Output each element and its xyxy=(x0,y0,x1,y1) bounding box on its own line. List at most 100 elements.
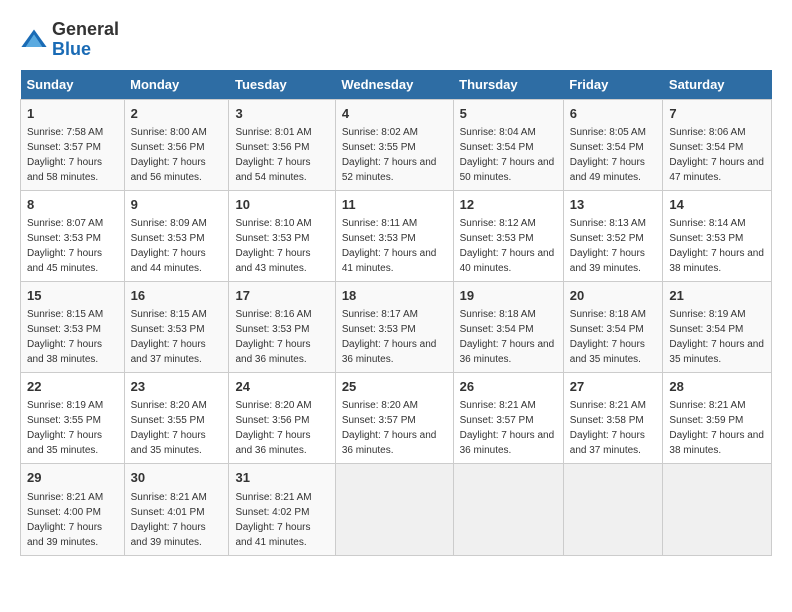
day-info: Sunrise: 8:18 AMSunset: 3:54 PMDaylight:… xyxy=(460,307,557,367)
calendar-day-cell: 15 Sunrise: 8:15 AMSunset: 3:53 PMDaylig… xyxy=(21,281,125,372)
day-info: Sunrise: 8:20 AMSunset: 3:55 PMDaylight:… xyxy=(131,398,223,458)
day-info: Sunrise: 8:21 AMSunset: 4:02 PMDaylight:… xyxy=(235,490,328,550)
logo-text: General Blue xyxy=(52,20,119,60)
calendar-day-cell: 11 Sunrise: 8:11 AMSunset: 3:53 PMDaylig… xyxy=(335,190,453,281)
day-number: 26 xyxy=(460,378,557,396)
calendar-day-cell xyxy=(563,464,663,555)
day-number: 23 xyxy=(131,378,223,396)
calendar-day-cell: 27 Sunrise: 8:21 AMSunset: 3:58 PMDaylig… xyxy=(563,373,663,464)
day-info: Sunrise: 8:20 AMSunset: 3:57 PMDaylight:… xyxy=(342,398,447,458)
day-number: 25 xyxy=(342,378,447,396)
day-info: Sunrise: 8:21 AMSunset: 3:57 PMDaylight:… xyxy=(460,398,557,458)
calendar-day-cell: 18 Sunrise: 8:17 AMSunset: 3:53 PMDaylig… xyxy=(335,281,453,372)
day-number: 22 xyxy=(27,378,118,396)
day-header-friday: Friday xyxy=(563,70,663,100)
day-info: Sunrise: 8:21 AMSunset: 3:58 PMDaylight:… xyxy=(570,398,657,458)
calendar-day-cell: 7 Sunrise: 8:06 AMSunset: 3:54 PMDayligh… xyxy=(663,99,772,190)
calendar-day-cell: 6 Sunrise: 8:05 AMSunset: 3:54 PMDayligh… xyxy=(563,99,663,190)
day-number: 18 xyxy=(342,287,447,305)
day-number: 21 xyxy=(669,287,765,305)
calendar-day-cell: 22 Sunrise: 8:19 AMSunset: 3:55 PMDaylig… xyxy=(21,373,125,464)
day-number: 28 xyxy=(669,378,765,396)
day-header-tuesday: Tuesday xyxy=(229,70,335,100)
day-number: 27 xyxy=(570,378,657,396)
calendar-day-cell: 4 Sunrise: 8:02 AMSunset: 3:55 PMDayligh… xyxy=(335,99,453,190)
day-number: 3 xyxy=(235,105,328,123)
day-info: Sunrise: 8:14 AMSunset: 3:53 PMDaylight:… xyxy=(669,216,765,276)
day-number: 14 xyxy=(669,196,765,214)
calendar-day-cell: 17 Sunrise: 8:16 AMSunset: 3:53 PMDaylig… xyxy=(229,281,335,372)
day-header-sunday: Sunday xyxy=(21,70,125,100)
logo-general: General xyxy=(52,19,119,39)
calendar-day-cell: 13 Sunrise: 8:13 AMSunset: 3:52 PMDaylig… xyxy=(563,190,663,281)
day-number: 4 xyxy=(342,105,447,123)
logo: General Blue xyxy=(20,20,119,60)
calendar-day-cell: 20 Sunrise: 8:18 AMSunset: 3:54 PMDaylig… xyxy=(563,281,663,372)
calendar-day-cell: 9 Sunrise: 8:09 AMSunset: 3:53 PMDayligh… xyxy=(124,190,229,281)
day-number: 13 xyxy=(570,196,657,214)
calendar-day-cell: 14 Sunrise: 8:14 AMSunset: 3:53 PMDaylig… xyxy=(663,190,772,281)
day-info: Sunrise: 7:58 AMSunset: 3:57 PMDaylight:… xyxy=(27,125,118,185)
logo-icon xyxy=(20,26,48,54)
day-info: Sunrise: 8:01 AMSunset: 3:56 PMDaylight:… xyxy=(235,125,328,185)
day-number: 8 xyxy=(27,196,118,214)
calendar-body: 1 Sunrise: 7:58 AMSunset: 3:57 PMDayligh… xyxy=(21,99,772,555)
day-number: 2 xyxy=(131,105,223,123)
calendar-day-cell: 26 Sunrise: 8:21 AMSunset: 3:57 PMDaylig… xyxy=(453,373,563,464)
day-number: 15 xyxy=(27,287,118,305)
day-info: Sunrise: 8:10 AMSunset: 3:53 PMDaylight:… xyxy=(235,216,328,276)
day-info: Sunrise: 8:02 AMSunset: 3:55 PMDaylight:… xyxy=(342,125,447,185)
day-info: Sunrise: 8:21 AMSunset: 3:59 PMDaylight:… xyxy=(669,398,765,458)
calendar-header-row: SundayMondayTuesdayWednesdayThursdayFrid… xyxy=(21,70,772,100)
calendar-table: SundayMondayTuesdayWednesdayThursdayFrid… xyxy=(20,70,772,556)
day-number: 20 xyxy=(570,287,657,305)
day-header-wednesday: Wednesday xyxy=(335,70,453,100)
day-info: Sunrise: 8:06 AMSunset: 3:54 PMDaylight:… xyxy=(669,125,765,185)
day-info: Sunrise: 8:04 AMSunset: 3:54 PMDaylight:… xyxy=(460,125,557,185)
logo-blue: Blue xyxy=(52,39,91,59)
day-number: 24 xyxy=(235,378,328,396)
calendar-day-cell: 16 Sunrise: 8:15 AMSunset: 3:53 PMDaylig… xyxy=(124,281,229,372)
day-number: 6 xyxy=(570,105,657,123)
calendar-day-cell: 1 Sunrise: 7:58 AMSunset: 3:57 PMDayligh… xyxy=(21,99,125,190)
calendar-day-cell: 24 Sunrise: 8:20 AMSunset: 3:56 PMDaylig… xyxy=(229,373,335,464)
calendar-week-2: 8 Sunrise: 8:07 AMSunset: 3:53 PMDayligh… xyxy=(21,190,772,281)
day-info: Sunrise: 8:17 AMSunset: 3:53 PMDaylight:… xyxy=(342,307,447,367)
day-info: Sunrise: 8:16 AMSunset: 3:53 PMDaylight:… xyxy=(235,307,328,367)
day-number: 5 xyxy=(460,105,557,123)
calendar-day-cell: 21 Sunrise: 8:19 AMSunset: 3:54 PMDaylig… xyxy=(663,281,772,372)
day-info: Sunrise: 8:21 AMSunset: 4:00 PMDaylight:… xyxy=(27,490,118,550)
calendar-week-4: 22 Sunrise: 8:19 AMSunset: 3:55 PMDaylig… xyxy=(21,373,772,464)
day-number: 16 xyxy=(131,287,223,305)
day-info: Sunrise: 8:15 AMSunset: 3:53 PMDaylight:… xyxy=(131,307,223,367)
day-number: 10 xyxy=(235,196,328,214)
calendar-day-cell: 3 Sunrise: 8:01 AMSunset: 3:56 PMDayligh… xyxy=(229,99,335,190)
day-info: Sunrise: 8:09 AMSunset: 3:53 PMDaylight:… xyxy=(131,216,223,276)
calendar-day-cell xyxy=(453,464,563,555)
day-info: Sunrise: 8:19 AMSunset: 3:55 PMDaylight:… xyxy=(27,398,118,458)
calendar-day-cell: 25 Sunrise: 8:20 AMSunset: 3:57 PMDaylig… xyxy=(335,373,453,464)
calendar-day-cell: 12 Sunrise: 8:12 AMSunset: 3:53 PMDaylig… xyxy=(453,190,563,281)
day-number: 17 xyxy=(235,287,328,305)
day-info: Sunrise: 8:21 AMSunset: 4:01 PMDaylight:… xyxy=(131,490,223,550)
day-number: 30 xyxy=(131,469,223,487)
calendar-day-cell: 2 Sunrise: 8:00 AMSunset: 3:56 PMDayligh… xyxy=(124,99,229,190)
day-header-saturday: Saturday xyxy=(663,70,772,100)
day-info: Sunrise: 8:13 AMSunset: 3:52 PMDaylight:… xyxy=(570,216,657,276)
calendar-day-cell xyxy=(663,464,772,555)
page-header: General Blue xyxy=(20,20,772,60)
calendar-day-cell: 10 Sunrise: 8:10 AMSunset: 3:53 PMDaylig… xyxy=(229,190,335,281)
day-number: 7 xyxy=(669,105,765,123)
calendar-week-1: 1 Sunrise: 7:58 AMSunset: 3:57 PMDayligh… xyxy=(21,99,772,190)
calendar-day-cell: 5 Sunrise: 8:04 AMSunset: 3:54 PMDayligh… xyxy=(453,99,563,190)
calendar-day-cell: 29 Sunrise: 8:21 AMSunset: 4:00 PMDaylig… xyxy=(21,464,125,555)
day-info: Sunrise: 8:15 AMSunset: 3:53 PMDaylight:… xyxy=(27,307,118,367)
day-number: 1 xyxy=(27,105,118,123)
calendar-day-cell: 8 Sunrise: 8:07 AMSunset: 3:53 PMDayligh… xyxy=(21,190,125,281)
calendar-day-cell: 23 Sunrise: 8:20 AMSunset: 3:55 PMDaylig… xyxy=(124,373,229,464)
day-header-thursday: Thursday xyxy=(453,70,563,100)
day-info: Sunrise: 8:12 AMSunset: 3:53 PMDaylight:… xyxy=(460,216,557,276)
day-header-monday: Monday xyxy=(124,70,229,100)
calendar-day-cell: 28 Sunrise: 8:21 AMSunset: 3:59 PMDaylig… xyxy=(663,373,772,464)
calendar-week-3: 15 Sunrise: 8:15 AMSunset: 3:53 PMDaylig… xyxy=(21,281,772,372)
